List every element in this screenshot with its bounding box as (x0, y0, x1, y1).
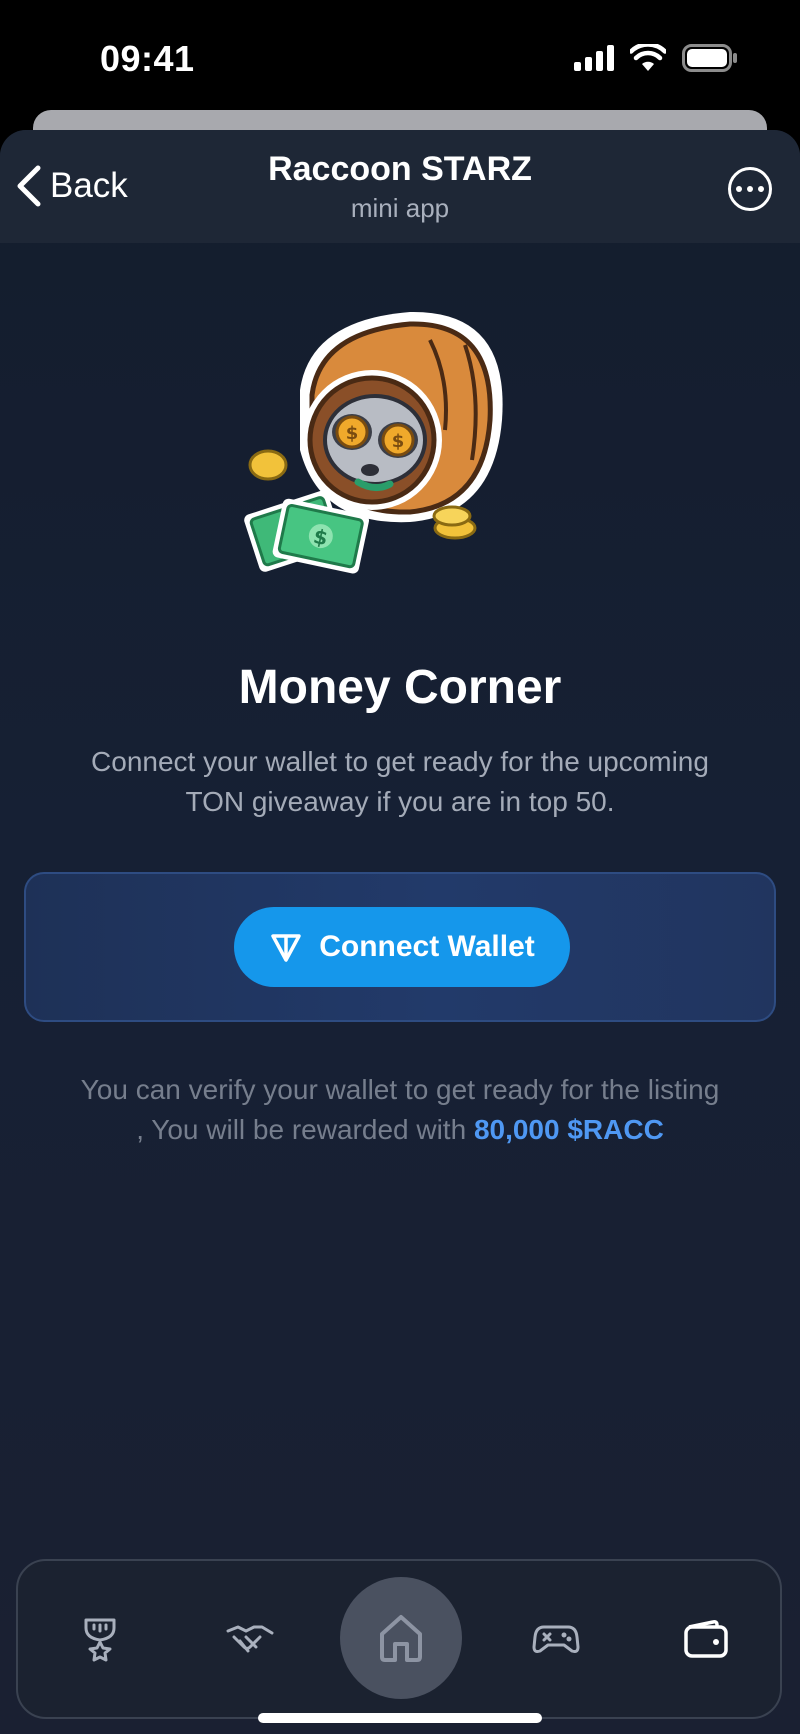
bottom-nav (16, 1559, 782, 1719)
app-header: Back Raccoon STARZ mini app (0, 130, 800, 243)
page-title: Money Corner (238, 661, 562, 714)
more-dot-icon (747, 186, 753, 192)
signal-icon (574, 45, 614, 71)
nav-item-leaderboard[interactable] (40, 1561, 160, 1717)
page-description: Connect your wallet to get ready for the… (91, 746, 709, 817)
more-options-button[interactable] (728, 167, 772, 211)
battery-icon (682, 44, 737, 72)
more-dot-icon (736, 186, 742, 192)
wifi-icon (630, 44, 666, 71)
status-bar: 09:41 (0, 0, 800, 110)
home-icon (380, 1615, 422, 1662)
status-icons (574, 44, 738, 72)
connect-wallet-button[interactable]: Connect Wallet (234, 907, 570, 987)
wallet-icon (684, 1620, 728, 1658)
more-dot-icon (758, 186, 764, 192)
connect-wallet-label: Connect Wallet (319, 930, 535, 963)
mini-app-container: Back Raccoon STARZ mini app $ $ $ Money … (0, 130, 800, 1734)
gamepad-icon (532, 1625, 580, 1653)
svg-text:$: $ (392, 431, 405, 452)
nav-item-friends[interactable] (190, 1561, 310, 1717)
phone-screen: 09:41 Back Raccoon STARZ mini app $ $ $ … (0, 0, 800, 1734)
app-subtitle: mini app (350, 193, 450, 223)
status-time: 09:41 (100, 38, 195, 79)
raccoon-barrel-illustration: $ $ $ (244, 311, 503, 574)
trophy-icon (84, 1618, 116, 1662)
reward-amount: 80,000 $RACC (473, 1114, 664, 1145)
app-title: Raccoon STARZ (268, 150, 532, 188)
connect-wallet-card: Connect Wallet (24, 872, 776, 1022)
nav-item-games[interactable] (496, 1561, 616, 1717)
reward-note: You can verify your wallet to get ready … (80, 1070, 720, 1150)
ton-logo-icon (271, 934, 301, 962)
nav-item-home[interactable] (340, 1577, 462, 1699)
home-indicator (258, 1713, 542, 1723)
nav-item-wallet[interactable] (646, 1561, 766, 1717)
handshake-icon (226, 1625, 274, 1653)
svg-text:$: $ (346, 423, 359, 444)
